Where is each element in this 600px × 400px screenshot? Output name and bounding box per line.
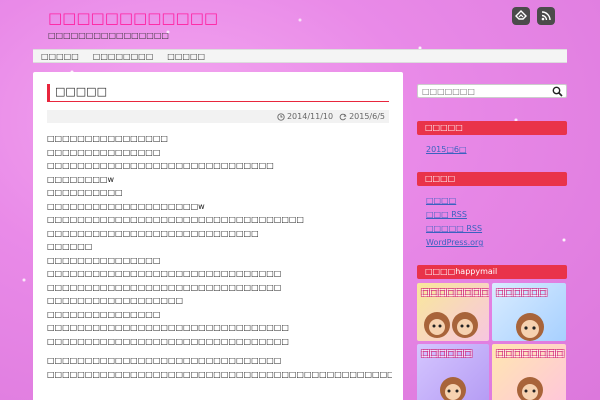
search-box: [417, 84, 567, 98]
meta-widget-heading: □□□□: [417, 172, 567, 186]
site-title[interactable]: □□□□□□□□□□□□: [48, 8, 218, 28]
post-line: □□□□□□□□□□□□□□□□: [47, 134, 168, 143]
nav-item-home[interactable]: □□□□□: [41, 52, 79, 61]
banner-text: □□□□□□: [496, 288, 548, 298]
banner-text: □□□□□□□□□□□: [421, 288, 489, 298]
post-line: □□□□□□□□□□□□□□□□□□□□□□□□□□□□: [47, 228, 259, 238]
post-line: □□□□□□□□□□□□□□□□□□□□□□□□□□□□□□□□: [47, 336, 289, 346]
sidebar: □□□□□ 2015□6□ □□□□ □□□□ □□□ RSS □□□□□ RS…: [417, 84, 567, 400]
post-line: □□□□□□□□□□□□□□□□□□□□□□□□□□□□□□□□: [47, 323, 289, 332]
meta-link-wordpress[interactable]: WordPress.org: [426, 236, 567, 250]
header-icons: [512, 7, 555, 25]
monkey-mascot-icon: [440, 377, 466, 400]
happymail-banners: □□□□□□□□□□□ □□□□□□ □□□□□□ □□□□□□□□: [417, 283, 567, 400]
monkey-mascot-icon: [424, 312, 478, 338]
site-header: □□□□□□□□□□□□ □□□□□□□□□□□□□□□□: [48, 8, 218, 40]
archive-widget-heading: □□□□□: [417, 121, 567, 135]
post-line: □□□□□□□□□□□□□□□□□□□□□□□□□□□□□□: [47, 161, 274, 170]
modified-date: 2015/6/5: [339, 112, 385, 121]
happymail-banner[interactable]: □□□□□□□□□□□: [417, 283, 489, 341]
post-line: □□□□□□: [47, 242, 93, 251]
post-line: □□□□□□□□□□□□□□□: [47, 147, 161, 157]
post-line: □□□□□□□□□□: [47, 188, 123, 197]
site-tagline: □□□□□□□□□□□□□□□□: [48, 31, 169, 40]
banner-text: □□□□□□: [421, 349, 473, 359]
archive-link[interactable]: 2015□6□: [426, 143, 567, 157]
post-body: □□□□□□□□□□□□□□□□ □□□□□□□□□□□□□□□ □□□□□□□…: [47, 132, 392, 381]
post-line: □□□□□□□□□□□□□□□□□□□□□□□□□□□□□□□□□□: [47, 215, 304, 224]
published-date: 2014/11/10: [277, 112, 333, 121]
post-line: □□□□□□□□w: [47, 174, 115, 184]
post-meta: 2014/11/10 2015/6/5: [47, 110, 389, 123]
nav-item-contact[interactable]: □□□□□: [167, 52, 205, 61]
meta-link-entries-rss[interactable]: □□□ RSS: [426, 208, 567, 222]
happymail-widget-heading: □□□□happymail: [417, 265, 567, 279]
post-line: □□□□□□□□□□□□□□□: [47, 309, 161, 319]
happymail-banner[interactable]: □□□□□□: [417, 344, 489, 400]
search-input[interactable]: [418, 86, 546, 96]
nav-item-profile[interactable]: □□□□□□□□: [93, 52, 153, 61]
post-line: □□□□□□□□□□□□□□□□□□□□□□□□□□□□□□□: [47, 356, 282, 365]
happymail-banner[interactable]: □□□□□□□□: [492, 344, 566, 400]
monkey-mascot-icon: [516, 313, 544, 341]
feedly-icon[interactable]: [512, 7, 530, 25]
post-line: □□□□□□□□□□□□□□□□□□: [47, 296, 184, 305]
post-line: □□□□□□□□□□□□□□□□□□□□□□□□□□□□□□□: [47, 282, 282, 292]
rss-icon[interactable]: [537, 7, 555, 25]
monkey-mascot-icon: [517, 377, 543, 400]
search-icon[interactable]: [552, 86, 563, 97]
happymail-banner[interactable]: □□□□□□: [492, 283, 566, 341]
main-navigation: □□□□□ □□□□□□□□ □□□□□: [33, 49, 567, 63]
main-article: □□□□□ 2014/11/10 2015/6/5 □□□□□□□□□□□□□□…: [33, 72, 403, 400]
refresh-icon: [339, 113, 347, 120]
post-line: □□□□□□□□□□□□□□□: [47, 255, 161, 265]
clock-icon: [277, 112, 285, 121]
post-title: □□□□□: [47, 84, 389, 102]
post-line: □□□□□□□□□□□□□□□□□□□□w: [47, 201, 205, 211]
meta-link-login[interactable]: □□□□: [426, 194, 567, 208]
meta-link-comments-rss[interactable]: □□□□□ RSS: [426, 222, 567, 236]
post-line: □□□□□□□□□□□□□□□□□□□□□□□□□□□□□□□□□□□□□□□□…: [47, 369, 392, 379]
banner-text: □□□□□□□□: [496, 349, 565, 359]
post-line: □□□□□□□□□□□□□□□□□□□□□□□□□□□□□□□: [47, 269, 282, 278]
